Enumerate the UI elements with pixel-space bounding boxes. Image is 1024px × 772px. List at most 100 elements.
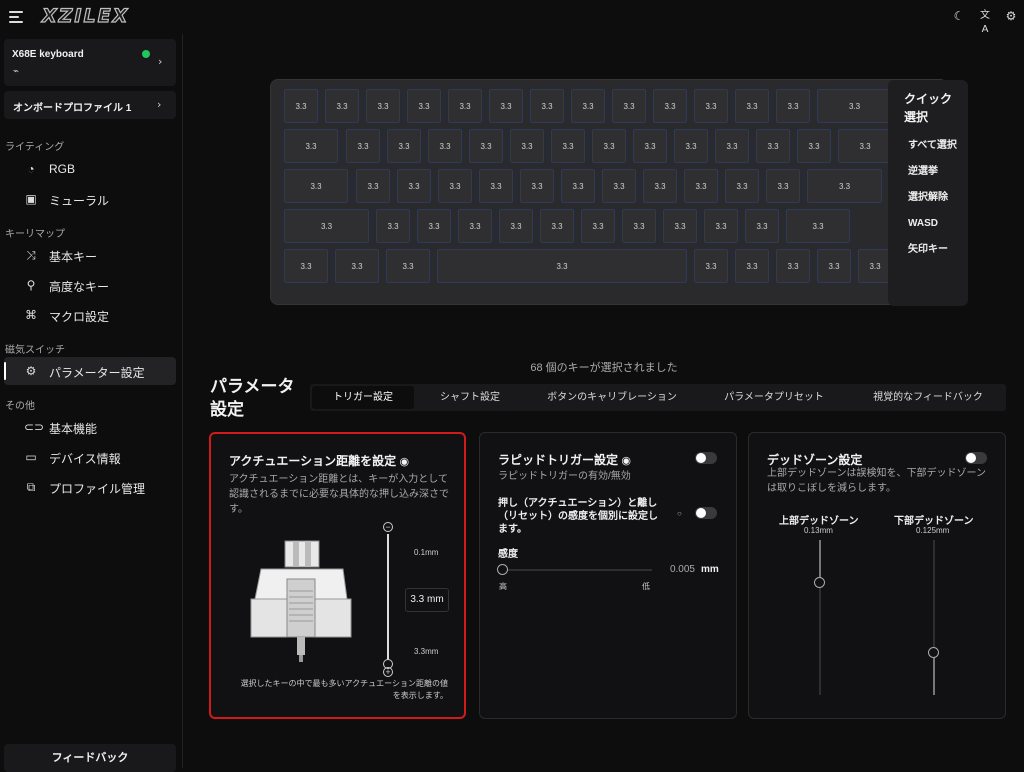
key-r2-5[interactable]: 3.3 — [519, 168, 555, 204]
key-r3-0[interactable]: 3.3 — [283, 208, 370, 244]
key-r4-3[interactable]: 3.3 — [436, 248, 688, 284]
device-card[interactable]: X68E keyboard › ⌁ — [4, 39, 176, 86]
key-r4-7[interactable]: 3.3 — [816, 248, 852, 284]
key-r0-4[interactable]: 3.3 — [447, 88, 483, 124]
key-r0-9[interactable]: 3.3 — [652, 88, 688, 124]
key-r0-5[interactable]: 3.3 — [488, 88, 524, 124]
key-r1-8[interactable]: 3.3 — [632, 128, 668, 164]
key-r0-10[interactable]: 3.3 — [693, 88, 729, 124]
profile-selector[interactable]: オンボードプロファイル 1 › — [4, 91, 176, 119]
key-r1-6[interactable]: 3.3 — [550, 128, 586, 164]
minus-icon[interactable]: − — [383, 522, 393, 532]
key-r2-4[interactable]: 3.3 — [478, 168, 514, 204]
key-r2-2[interactable]: 3.3 — [396, 168, 432, 204]
key-r2-0[interactable]: 3.3 — [283, 168, 349, 204]
key-r3-10[interactable]: 3.3 — [744, 208, 780, 244]
lower-deadzone-handle[interactable] — [928, 647, 939, 658]
key-r1-12[interactable]: 3.3 — [796, 128, 832, 164]
key-r1-1[interactable]: 3.3 — [345, 128, 381, 164]
key-r2-8[interactable]: 3.3 — [642, 168, 678, 204]
rapid-trigger-toggle[interactable] — [695, 452, 717, 464]
sidebar-item-advanced-keys[interactable]: ⚲ 高度なキー — [4, 271, 176, 299]
tab-presets[interactable]: パラメータプリセット — [698, 384, 850, 411]
key-r4-2[interactable]: 3.3 — [385, 248, 431, 284]
sidebar-item-basic-keys[interactable]: ⤨ 基本キー — [4, 241, 176, 269]
key-r3-4[interactable]: 3.3 — [498, 208, 534, 244]
key-r1-4[interactable]: 3.3 — [468, 128, 504, 164]
wasd-button[interactable]: WASD — [904, 214, 968, 234]
key-r2-1[interactable]: 3.3 — [355, 168, 391, 204]
key-r3-1[interactable]: 3.3 — [375, 208, 411, 244]
deadzone-toggle[interactable] — [965, 452, 987, 464]
key-r2-6[interactable]: 3.3 — [560, 168, 596, 204]
key-r1-9[interactable]: 3.3 — [673, 128, 709, 164]
key-r0-7[interactable]: 3.3 — [570, 88, 606, 124]
key-r4-6[interactable]: 3.3 — [775, 248, 811, 284]
sidebar-item-rgb[interactable]: ◔ RGB — [4, 155, 176, 183]
actuation-value-input[interactable]: 3.3 mm — [405, 588, 449, 612]
sidebar-item-device-info[interactable]: ▭ デバイス情報 — [4, 443, 176, 471]
sidebar-item-parameters[interactable]: ⚙ パラメーター設定 — [4, 357, 176, 385]
upper-deadzone-handle[interactable] — [814, 577, 825, 588]
sidebar-item-label: 基本機能 — [49, 422, 98, 436]
key-r3-8[interactable]: 3.3 — [662, 208, 698, 244]
key-r1-5[interactable]: 3.3 — [509, 128, 545, 164]
sidebar-item-macro[interactable]: ⌘ マクロ設定 — [4, 301, 176, 329]
eye-icon[interactable]: ◉ — [621, 455, 631, 467]
key-r0-0[interactable]: 3.3 — [283, 88, 319, 124]
key-r0-3[interactable]: 3.3 — [406, 88, 442, 124]
key-r0-2[interactable]: 3.3 — [365, 88, 401, 124]
key-r3-6[interactable]: 3.3 — [580, 208, 616, 244]
key-r3-9[interactable]: 3.3 — [703, 208, 739, 244]
key-r1-2[interactable]: 3.3 — [386, 128, 422, 164]
language-icon[interactable]: 文A — [978, 9, 992, 35]
tab-shaft[interactable]: シャフト設定 — [414, 384, 526, 411]
key-r1-7[interactable]: 3.3 — [591, 128, 627, 164]
key-r1-13[interactable]: 3.3 — [837, 128, 893, 164]
deselect-button[interactable]: 選択解除 — [904, 188, 968, 208]
key-r1-10[interactable]: 3.3 — [714, 128, 750, 164]
key-r0-1[interactable]: 3.3 — [324, 88, 360, 124]
gear-icon[interactable]: ⚙ — [1004, 9, 1018, 23]
menu-icon[interactable] — [9, 11, 23, 23]
moon-icon[interactable]: ☾ — [952, 9, 966, 23]
sensitivity-slider-track[interactable] — [504, 569, 652, 571]
key-r2-10[interactable]: 3.3 — [724, 168, 760, 204]
sidebar-item-basic-functions[interactable]: ⊂⊃ 基本機能 — [4, 413, 176, 441]
key-r4-1[interactable]: 3.3 — [334, 248, 380, 284]
tab-visual-feedback[interactable]: 視覚的なフィードバック — [850, 384, 1006, 411]
key-r3-2[interactable]: 3.3 — [416, 208, 452, 244]
key-r3-7[interactable]: 3.3 — [621, 208, 657, 244]
key-r2-7[interactable]: 3.3 — [601, 168, 637, 204]
key-r0-13[interactable]: 3.3 — [816, 88, 893, 124]
key-r1-3[interactable]: 3.3 — [427, 128, 463, 164]
sensitivity-slider-handle[interactable] — [497, 564, 508, 575]
key-r3-5[interactable]: 3.3 — [539, 208, 575, 244]
key-r2-11[interactable]: 3.3 — [765, 168, 801, 204]
key-r3-11[interactable]: 3.3 — [785, 208, 851, 244]
key-r4-0[interactable]: 3.3 — [283, 248, 329, 284]
tab-calibration[interactable]: ボタンのキャリブレーション — [526, 384, 698, 411]
tab-trigger[interactable]: トリガー設定 — [312, 386, 414, 409]
sidebar-item-profile-management[interactable]: ⧉ プロファイル管理 — [4, 473, 176, 501]
select-all-button[interactable]: すべて選択 — [904, 136, 968, 156]
key-r4-4[interactable]: 3.3 — [693, 248, 729, 284]
arrow-keys-button[interactable]: 矢印キー — [904, 240, 968, 260]
key-r0-12[interactable]: 3.3 — [775, 88, 811, 124]
key-r3-3[interactable]: 3.3 — [457, 208, 493, 244]
separate-sensitivity-toggle[interactable] — [695, 507, 717, 519]
key-r4-5[interactable]: 3.3 — [734, 248, 770, 284]
plus-icon[interactable]: + — [383, 667, 393, 677]
key-r0-6[interactable]: 3.3 — [529, 88, 565, 124]
key-r0-8[interactable]: 3.3 — [611, 88, 647, 124]
sidebar-item-mural[interactable]: ▣ ミューラル — [4, 185, 176, 213]
key-r1-0[interactable]: 3.3 — [283, 128, 339, 164]
key-r1-11[interactable]: 3.3 — [755, 128, 791, 164]
eye-icon[interactable]: ◉ — [400, 456, 410, 468]
key-r0-11[interactable]: 3.3 — [734, 88, 770, 124]
key-r2-12[interactable]: 3.3 — [806, 168, 883, 204]
key-r2-9[interactable]: 3.3 — [683, 168, 719, 204]
key-r2-3[interactable]: 3.3 — [437, 168, 473, 204]
invert-selection-button[interactable]: 逆選挙 — [904, 162, 968, 182]
sensitivity-value-input[interactable]: 0.005 — [663, 559, 695, 581]
